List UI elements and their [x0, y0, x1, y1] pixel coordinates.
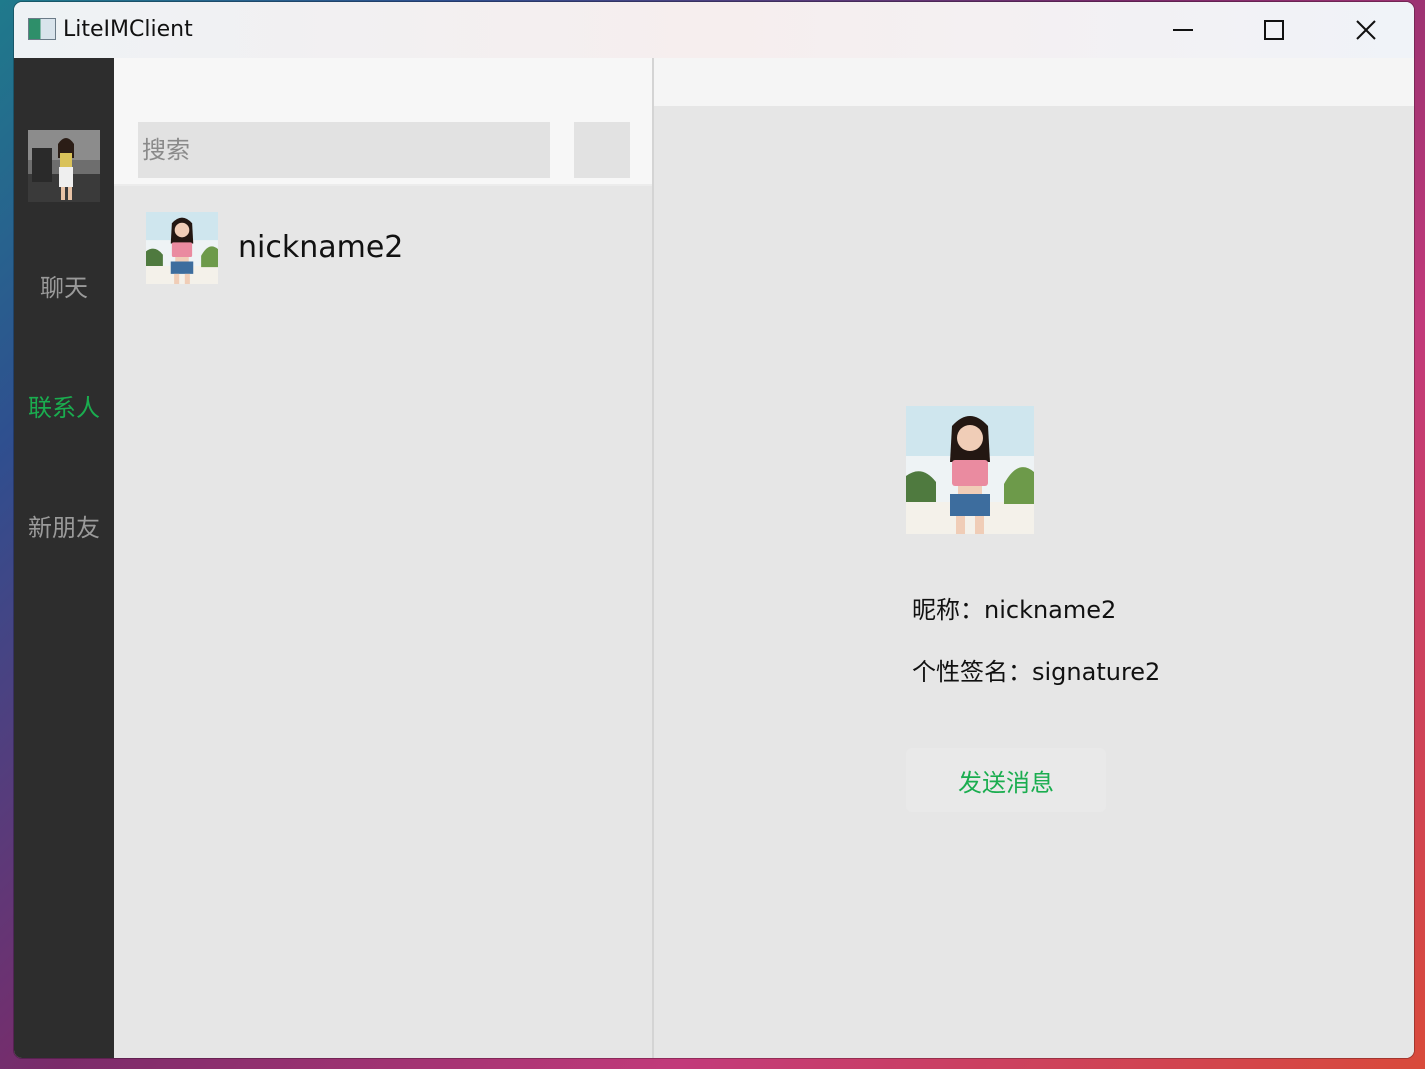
app-icon: [28, 18, 56, 40]
user-avatar[interactable]: [28, 130, 100, 202]
maximize-button[interactable]: [1228, 2, 1320, 58]
sidebar-item-contacts[interactable]: 联系人: [14, 388, 114, 428]
app-window: LiteIMClient 聊天 联系人 新朋友 搜索 nickname2 昵称：…: [14, 2, 1414, 1058]
contacts-panel: nickname2: [114, 58, 652, 1058]
search-input[interactable]: [138, 122, 550, 178]
add-contact-button[interactable]: [574, 122, 630, 178]
title-bar: LiteIMClient: [14, 2, 1414, 58]
close-button[interactable]: [1320, 2, 1412, 58]
sidebar: 聊天 联系人 新朋友: [14, 58, 114, 1058]
window-title: LiteIMClient: [63, 17, 193, 42]
send-message-button[interactable]: 发送消息: [906, 748, 1106, 812]
detail-nickname: 昵称：nickname2: [912, 596, 1117, 624]
contact-nickname: nickname2: [238, 230, 404, 265]
contact-avatar: [146, 212, 218, 284]
close-icon: [1356, 20, 1376, 40]
user-avatar-photo: [28, 130, 100, 202]
detail-signature: 个性签名：signature2: [912, 658, 1161, 686]
desktop-background: LiteIMClient 聊天 联系人 新朋友 搜索 nickname2 昵称：…: [0, 0, 1425, 1069]
minimize-icon: [1173, 29, 1193, 31]
minimize-button[interactable]: [1137, 2, 1229, 58]
contact-list-item[interactable]: nickname2: [114, 204, 652, 292]
contacts-header: [114, 58, 652, 186]
detail-header: [654, 58, 1414, 106]
sidebar-item-new-friends[interactable]: 新朋友: [14, 508, 114, 548]
maximize-icon: [1264, 20, 1284, 40]
contact-avatar-photo: [146, 212, 218, 284]
sidebar-item-chat[interactable]: 聊天: [14, 268, 114, 308]
contact-detail-panel: 昵称：nickname2 个性签名：signature2 发送消息: [654, 58, 1414, 1058]
detail-avatar: [906, 406, 1034, 534]
contact-avatar-photo: [906, 406, 1034, 534]
